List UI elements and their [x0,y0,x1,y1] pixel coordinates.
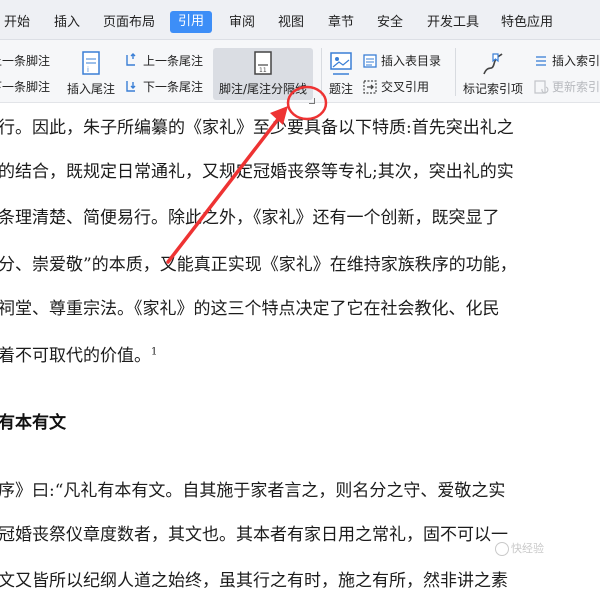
next-endnote-icon [126,81,136,92]
paragraph-line: 条理清楚、简便易行。除此之外，《家礼》还有一个创新，既突显了 [0,208,500,228]
mark-index-entry-label: 标记索引项 [462,82,523,96]
paragraph-line: 序》曰:“凡礼有本有文。自其施于家者言之，则名分之守、爱敬之实 [0,481,506,501]
mark-index-entry-button[interactable]: 标记索引项 [460,50,526,97]
prev-footnote-label: 上一条脚注 [0,54,51,68]
update-index-icon [534,80,549,94]
paragraph-text: 着不可取代的价值。 [0,346,151,366]
prev-endnote-label: 上一条尾注 [143,54,204,68]
footnote-separator-label: 脚注/尾注分隔线 [218,82,308,96]
paragraph-line: 分、崇爱敬”的本质，又能真正实现《家礼》在维持家族秩序的功能， [0,255,517,275]
menu-tab-bar: 开始 插入 页面布局 引用 审阅 视图 章节 安全 开发工具 特色应用 [0,0,600,40]
paragraph-line-last: 着不可取代的价值。1 [0,341,157,366]
mark-index-icon [483,53,503,75]
tab-insert[interactable]: 插入 [54,12,80,34]
next-endnote-label: 下一条尾注 [143,80,204,94]
insert-index-label: 插入索引 [552,54,600,68]
table-of-figures-icon [363,54,377,68]
insert-index-button[interactable]: 插入索引 [533,50,600,72]
ribbon-separator [321,48,322,96]
insert-endnote-button[interactable]: i 插入尾注 [64,50,118,97]
footnote-separator-button[interactable]: 11 脚注/尾注分隔线 [215,50,311,97]
cross-reference-icon [363,80,377,94]
tab-chapter[interactable]: 章节 [328,12,354,34]
paragraph-line: 祠堂、尊重宗法。《家礼》的这三个特点决定了它在社会教化、化民 [0,299,500,319]
endnote-icon: i [82,51,100,75]
watermark-text: 快经验 [511,542,544,555]
update-index-button[interactable]: 更新索引 [533,76,600,98]
ribbon-separator [455,48,456,96]
update-index-label: 更新索引 [552,80,600,94]
tab-developer-tools[interactable]: 开发工具 [427,12,479,34]
insert-endnote-label: 插入尾注 [66,82,115,96]
next-footnote-label: 下一条脚注 [0,80,51,94]
insert-table-of-figures-label: 插入表目录 [381,54,442,68]
svg-text:11: 11 [259,67,267,74]
insert-index-icon [536,56,546,66]
paragraph-line: 行。因此，朱子所编纂的《家礼》至少要具备以下特质:首先突出礼之 [0,118,514,138]
tab-references[interactable]: 引用 [170,11,213,33]
caption-icon [330,52,352,75]
tab-security[interactable]: 安全 [377,12,403,34]
prev-endnote-icon [126,53,136,66]
svg-text:i: i [87,66,89,74]
tab-page-layout[interactable]: 页面布局 [103,12,155,34]
tab-special-apps[interactable]: 特色应用 [501,12,553,34]
next-endnote-button[interactable]: 下一条尾注 [124,76,203,98]
tab-review[interactable]: 审阅 [229,12,255,34]
footnote-reference[interactable]: 1 [151,346,157,357]
caption-button[interactable]: 题注 [324,50,358,97]
watermark-logo-icon [495,542,509,556]
next-footnote-button[interactable]: 下一条脚注 [0,76,50,98]
paragraph-line: 的结合，既规定日常通礼，又规定冠婚丧祭等专礼;其次，突出礼的实 [0,162,514,182]
prev-endnote-button[interactable]: 上一条尾注 [124,50,203,72]
insert-table-of-figures-button[interactable]: 插入表目录 [362,50,441,72]
paragraph-line: 冠婚丧祭仪章度数者，其文也。其本者有家日用之常礼，固不可以一 [0,525,508,545]
separator-icon: 11 [254,51,272,75]
cross-reference-button[interactable]: 交叉引用 [362,76,429,98]
tab-home[interactable]: 开始 [4,12,30,34]
cross-reference-label: 交叉引用 [381,80,430,94]
section-heading: 有本有文 [0,413,66,433]
watermark: 快经验 [495,540,544,556]
caption-label: 题注 [328,82,353,96]
tab-view[interactable]: 视图 [278,12,304,34]
paragraph-line: 文又皆所以纪纲人道之始终，虽其行之有时，施之有所，然非讲之素 [0,571,508,591]
prev-footnote-button[interactable]: 上一条脚注 [0,50,50,72]
